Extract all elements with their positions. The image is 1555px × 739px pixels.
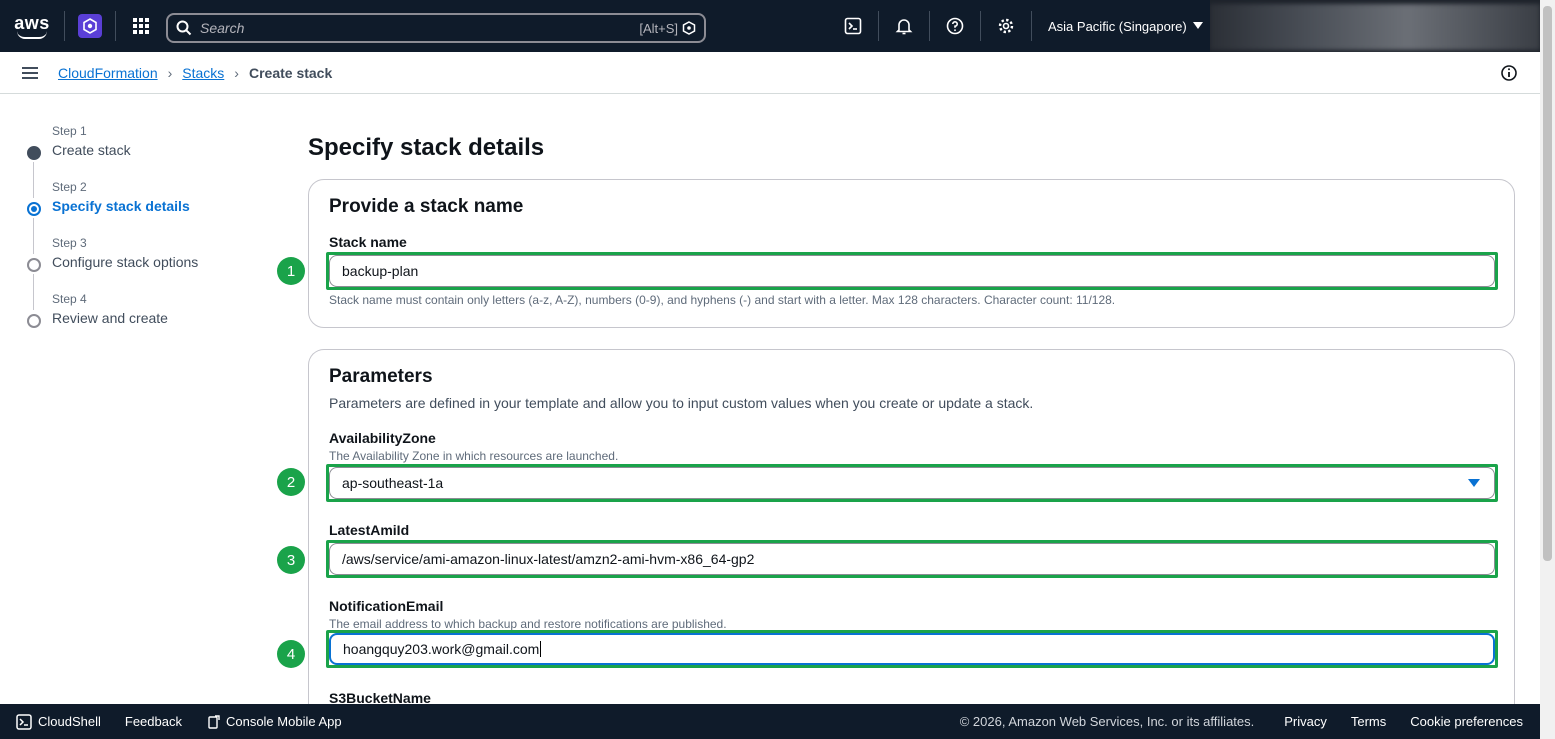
stack-name-hint: Stack name must contain only letters (a-… [329,293,1116,307]
latest-ami-id-input[interactable]: /aws/service/ami-amazon-linux-latest/amz… [329,543,1495,575]
parameters-heading: Parameters [329,366,433,387]
step-status-icon [27,202,41,216]
annotation-badge-2: 2 [277,468,305,496]
availability-zone-description: The Availability Zone in which resources… [329,449,619,463]
annotation-badge-4: 4 [277,640,305,668]
region-selector[interactable]: Asia Pacific (Singapore) [1048,19,1203,34]
breadcrumb: CloudFormation › Stacks › Create stack [0,52,1540,94]
step-status-icon [27,258,41,272]
grid-icon [133,18,149,34]
page-title: Specify stack details [308,134,545,161]
breadcrumb-separator: › [234,64,239,81]
caret-down-icon [1192,22,1203,29]
menu-icon[interactable] [22,66,40,80]
help-button[interactable] [930,0,980,52]
notifications-button[interactable] [879,0,929,52]
blurred-account-area [1210,4,1540,50]
scrollbar-thumb[interactable] [1543,6,1552,561]
terminal-icon [16,713,32,730]
nav-utilities: Asia Pacific (Singapore) [828,0,1203,52]
info-icon[interactable] [1500,64,1518,82]
annotation-badge-3: 3 [277,546,305,574]
step-status-icon [27,146,41,160]
breadcrumb-current: Create stack [248,64,333,81]
parameters-card: Parameters Parameters are defined in you… [308,349,1515,719]
parameters-description: Parameters are defined in your template … [329,395,1034,411]
breadcrumb-separator: › [167,64,173,81]
cloudformation-service-button[interactable] [65,0,115,52]
gear-icon [998,18,1014,34]
notification-email-label: NotificationEmail [329,598,444,614]
footer-terms-link[interactable]: Terms [1351,714,1386,729]
step-4: Step 4 Review and create [24,292,274,348]
cloudformation-service-icon [78,14,102,38]
step-1[interactable]: Step 1 Create stack [24,124,274,198]
caret-down-icon [1468,479,1480,487]
bell-icon [895,19,913,35]
nav-divider [1031,11,1032,41]
services-menu-button[interactable] [116,0,166,52]
terminal-icon [844,17,862,35]
step-3: Step 3 Configure stack options [24,236,274,310]
notification-email-description: The email address to which backup and re… [329,617,727,631]
footer-mobile-app[interactable]: Console Mobile App [208,714,342,729]
amazon-q-icon [682,21,696,35]
main-content: Step 1 Create stack Step 2 Specify stack… [0,94,1540,719]
search-placeholder: Search [200,20,245,36]
footer-copyright: © 2026, Amazon Web Services, Inc. or its… [959,714,1255,729]
text-cursor [540,641,542,657]
stack-name-input[interactable]: backup-plan [329,255,1495,287]
help-icon [946,17,964,35]
notification-email-input[interactable]: hoangquy203.work@gmail.com [329,633,1495,665]
page-scrollbar[interactable] [1540,0,1555,739]
stack-name-label: Stack name [329,234,407,250]
availability-zone-select[interactable]: ap-southeast-1a [329,467,1495,499]
latest-ami-id-label: LatestAmiId [329,522,410,538]
external-link-icon [208,714,220,729]
settings-button[interactable] [981,0,1031,52]
breadcrumb-cloudformation[interactable]: CloudFormation [58,65,158,81]
annotation-badge-1: 1 [277,257,305,285]
footer-privacy-link[interactable]: Privacy [1284,714,1327,729]
footer: CloudShell Feedback Console Mobile App ©… [0,704,1540,739]
aws-logo[interactable]: aws [0,0,64,52]
breadcrumb-stacks[interactable]: Stacks [182,65,224,81]
stack-name-card: Provide a stack name Stack name backup-p… [308,179,1515,328]
footer-feedback[interactable]: Feedback [125,714,182,729]
footer-cloudshell[interactable]: CloudShell [16,713,101,730]
wizard-steps: Step 1 Create stack Step 2 Specify stack… [24,124,274,348]
search-icon [176,20,192,36]
footer-links: © 2026, Amazon Web Services, Inc. or its… [960,714,1540,729]
step-status-icon [27,314,41,328]
step-2[interactable]: Step 2 Specify stack details [24,180,274,254]
stack-name-heading: Provide a stack name [329,196,524,217]
footer-cookie-preferences-link[interactable]: Cookie preferences [1410,714,1523,729]
search-shortcut: [Alt+S] [639,20,678,36]
cloudshell-button[interactable] [828,0,878,52]
search-input[interactable]: Search [Alt+S] [166,13,706,43]
availability-zone-label: AvailabilityZone [329,430,436,446]
aws-smile-icon [17,31,47,39]
